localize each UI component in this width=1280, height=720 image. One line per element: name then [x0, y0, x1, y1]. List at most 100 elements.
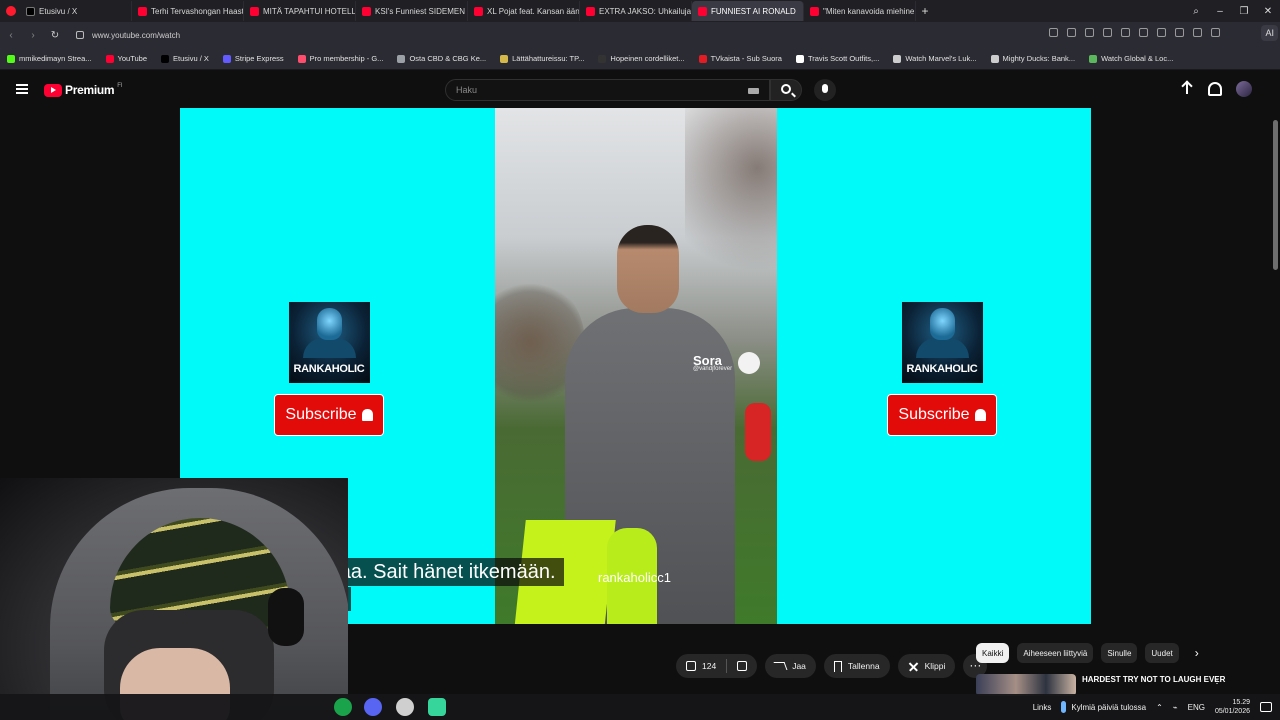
bookmark-item[interactable]: mmikedimayn Strea...: [0, 54, 99, 63]
browser-tab[interactable]: MITÄ TAPAHTUI HOTELLI: [244, 1, 356, 21]
scrollbar-thumb[interactable]: [1273, 120, 1278, 270]
share-label: Jaa: [792, 661, 806, 671]
close-icon[interactable]: ✕: [1256, 6, 1280, 17]
voice-search-button[interactable]: [814, 79, 836, 101]
heart-icon[interactable]: [1157, 28, 1166, 37]
reload-icon[interactable]: ↻: [44, 30, 66, 41]
back-icon[interactable]: ‹: [0, 30, 22, 41]
chevron-up-icon[interactable]: ⌃: [1156, 703, 1163, 712]
keyboard-icon[interactable]: [748, 88, 759, 94]
bookmark-item[interactable]: Hopeinen cordelliket...: [591, 54, 691, 63]
logo-figure-shoulders: [915, 338, 969, 358]
network-icon[interactable]: ⌁: [1173, 703, 1178, 712]
edge-browser-icon[interactable]: [334, 698, 352, 716]
chip-related[interactable]: Aiheeseen liittyviä: [1017, 643, 1094, 663]
browser-tab[interactable]: XL Pojat feat. Kansan äänit: [468, 1, 580, 21]
save-button[interactable]: Tallenna: [823, 654, 890, 678]
dislike-icon[interactable]: [737, 661, 748, 671]
recommended-video[interactable]: HARDEST TRY NOT TO LAUGH EVER ⋮: [976, 674, 1266, 696]
extensions-icon[interactable]: [1121, 28, 1130, 37]
edit-icon[interactable]: [1067, 28, 1076, 37]
discord-icon[interactable]: [364, 698, 382, 716]
browser-tab-active[interactable]: FUNNIEST AI RONALD: [692, 1, 804, 21]
browser-tab[interactable]: Etusivu / X: [20, 1, 132, 21]
like-icon[interactable]: [686, 661, 696, 671]
bookmark-item[interactable]: TVkaista - Sub Suora: [692, 54, 789, 63]
browser-tab[interactable]: Terhi Tervashongan Haast: [132, 1, 244, 21]
watermark-handle: @vandjforever: [693, 365, 733, 372]
browser-tab[interactable]: EXTRA JAKSO: Uhkailuja ja: [580, 1, 692, 21]
shield-icon[interactable]: [1103, 28, 1112, 37]
like-count[interactable]: 124: [702, 661, 716, 671]
channel-card-right: RANKAHOLIC Subscribe: [887, 302, 997, 436]
tab-label: MITÄ TAPAHTUI HOTELLI: [263, 6, 356, 16]
weather-widget[interactable]: Kylmiä päiviä tulossa: [1061, 701, 1146, 713]
browser-logo-icon[interactable]: [6, 6, 16, 16]
chevron-right-icon[interactable]: ›: [1187, 643, 1207, 663]
recommendation-chips: Kaikki Aiheeseen liittyviä Sinulle Uudet…: [976, 643, 1207, 663]
url-field[interactable]: www.youtube.com/watch: [76, 25, 1176, 45]
zoom-icon[interactable]: [1049, 28, 1058, 37]
browser-tab[interactable]: KSI's Funniest SIDEMEN M: [356, 1, 468, 21]
clock[interactable]: 15.29 05/01/2026: [1215, 698, 1250, 716]
app-icon[interactable]: [396, 698, 414, 716]
bookmark-item[interactable]: Mighty Ducks: Bank...: [984, 54, 1083, 63]
chip-new[interactable]: Uudet: [1145, 643, 1179, 663]
notifications-icon[interactable]: [1260, 702, 1272, 712]
bookmark-item[interactable]: Etusivu / X: [154, 54, 216, 63]
download-icon[interactable]: [1175, 28, 1184, 37]
bookmark-item[interactable]: Pro membership - G...: [291, 54, 391, 63]
channel-logo-text: RANKAHOLIC: [293, 363, 365, 375]
forward-icon[interactable]: ›: [22, 30, 44, 41]
clip-button[interactable]: Klippi: [897, 654, 956, 678]
more-vertical-icon[interactable]: ⋮: [1212, 675, 1222, 686]
tab-label: EXTRA JAKSO: Uhkailuja ja: [599, 6, 692, 16]
search-button[interactable]: [770, 79, 802, 101]
links-toolbar[interactable]: Links: [1033, 703, 1052, 712]
notifications-bell-icon[interactable]: [1208, 82, 1222, 96]
system-tray: Links Kylmiä päiviä tulossa ⌃ ⌁ ENG 15.2…: [1033, 694, 1272, 720]
youtube-icon: [586, 6, 595, 16]
youtube-logo[interactable]: Premium FI: [44, 83, 123, 97]
bookmark-item[interactable]: Osta CBD & CBG Ke...: [390, 54, 493, 63]
search-input[interactable]: Haku: [445, 79, 770, 101]
bookmark-item[interactable]: Watch Global & Loc...: [1082, 54, 1180, 63]
bell-icon: [974, 409, 986, 421]
bookmark-item[interactable]: YouTube: [99, 54, 154, 63]
hamburger-menu-icon[interactable]: [16, 84, 28, 94]
bookmark-favicon-icon: [222, 54, 231, 63]
bookmark-item[interactable]: Travis Scott Outfits,...: [789, 54, 886, 63]
upload-icon[interactable]: [1180, 81, 1194, 97]
browser-tab[interactable]: "Miten kanavoida miehine: [804, 1, 916, 21]
new-tab-button[interactable]: +: [916, 4, 934, 18]
maximize-icon[interactable]: ❐: [1232, 6, 1256, 17]
header-actions: [1180, 81, 1252, 97]
app-icon[interactable]: [428, 698, 446, 716]
chip-for-you[interactable]: Sinulle: [1101, 643, 1138, 663]
ai-button[interactable]: AI: [1261, 25, 1278, 41]
subscribe-label: Subscribe: [285, 406, 357, 423]
bookmark-label: Watch Marvel's Luk...: [905, 54, 977, 63]
bookmark-favicon-icon: [297, 54, 306, 63]
chip-all[interactable]: Kaikki: [976, 643, 1010, 663]
bookmark-item[interactable]: Watch Marvel's Luk...: [886, 54, 983, 63]
x-icon: [26, 6, 35, 16]
bookmark-item[interactable]: Lättähattureissu: TP...: [493, 54, 591, 63]
tree-background: [685, 108, 777, 308]
profile-icon[interactable]: [1211, 28, 1220, 37]
camera-icon[interactable]: [1085, 28, 1094, 37]
language-indicator[interactable]: ENG: [1188, 703, 1205, 712]
bookmark-favicon-icon: [161, 54, 170, 63]
logo-text: Premium: [65, 83, 115, 97]
avatar[interactable]: [1236, 81, 1252, 97]
bookmark-label: YouTube: [117, 54, 148, 63]
bookmark-item[interactable]: Stripe Express: [216, 54, 291, 63]
minimize-icon[interactable]: –: [1208, 6, 1232, 17]
video-thumbnail[interactable]: [976, 674, 1076, 696]
share-button[interactable]: Jaa: [765, 654, 816, 678]
sidebar-menu-icon[interactable]: [1193, 28, 1202, 37]
recommended-title[interactable]: HARDEST TRY NOT TO LAUGH EVER: [1082, 675, 1232, 685]
player-icon[interactable]: [1139, 28, 1148, 37]
search-tabs-icon[interactable]: ⌕: [1184, 6, 1208, 17]
webcam-overlay: [0, 478, 348, 720]
